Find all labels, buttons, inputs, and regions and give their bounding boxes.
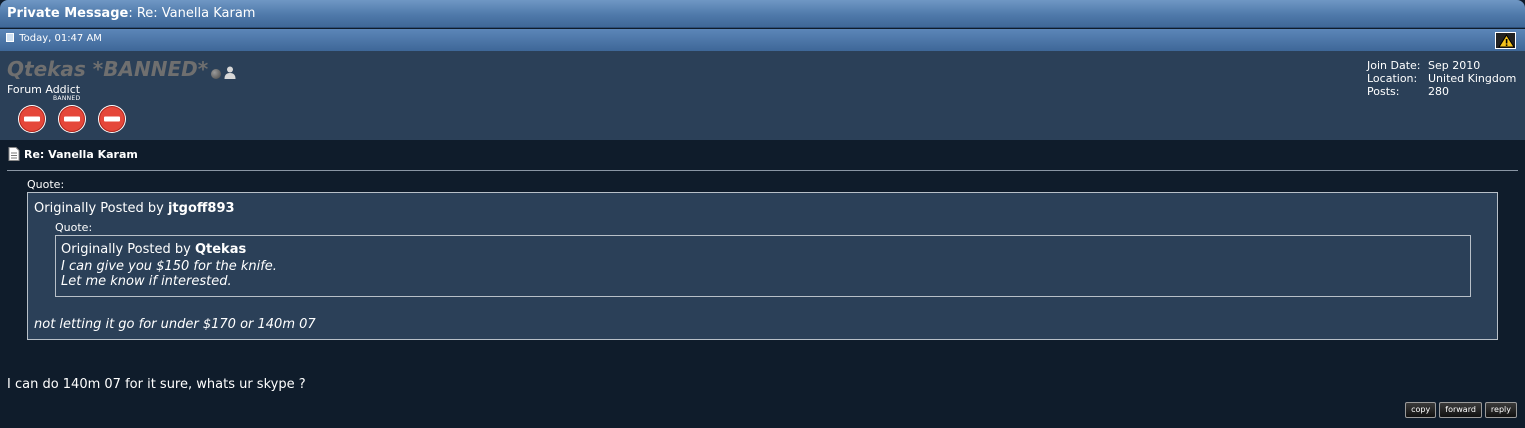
posts-value: 280 (1428, 85, 1449, 98)
outer-quote-label: Quote: (27, 178, 65, 191)
username[interactable]: Qtekas *BANNED* (7, 57, 208, 81)
inner-quote-line-2: Let me know if interested. (61, 274, 232, 289)
inner-quote-line-1: I can give you $150 for the knife. (61, 259, 277, 274)
join-date-label: Join Date: (1367, 59, 1421, 72)
no-entry-icon (18, 105, 46, 133)
person-icon[interactable] (224, 66, 236, 79)
report-button[interactable] (1495, 32, 1516, 49)
location-label: Location: (1367, 72, 1418, 85)
posts-row: Posts: 280 (1367, 85, 1516, 98)
message-subject: Re: Vanella Karam (8, 147, 138, 161)
page-icon (8, 147, 20, 161)
join-date-value: Sep 2010 (1428, 59, 1481, 72)
inner-quote-author: Qtekas (194, 242, 247, 257)
join-date-row: Join Date: Sep 2010 (1367, 59, 1516, 72)
outer-quote-attribution: Originally Posted by jtgoff893 (34, 201, 235, 216)
reply-button[interactable]: reply (1484, 402, 1517, 418)
offline-dot-icon (211, 69, 221, 79)
window-title-bar: Private Message: Re: Vanella Karam (0, 0, 1525, 28)
location-row: Location: United Kingdom (1367, 72, 1516, 85)
post-icon (6, 33, 14, 42)
subject-divider (7, 170, 1518, 171)
copy-button[interactable]: copy (1405, 402, 1437, 418)
location-value: United Kingdom (1428, 72, 1517, 85)
message-subject-text: Re: Vanella Karam (24, 148, 138, 161)
badge-caption: BANNED (53, 95, 81, 102)
inner-quote-label: Quote: (55, 221, 93, 234)
message-date-bar: Today, 01:47 AM (0, 29, 1525, 51)
warning-triangle-icon (1498, 34, 1515, 48)
inner-quote-box: Originally Posted by Qtekas I can give y… (55, 235, 1471, 297)
window-title-lead: Private Message (7, 6, 129, 21)
inner-quote-attribution: Originally Posted by Qtekas (61, 242, 246, 257)
no-entry-icon (98, 105, 126, 133)
outer-quote-reply: not letting it go for under $170 or 140m… (34, 317, 316, 332)
no-entry-icon (58, 105, 86, 133)
posts-label: Posts: (1367, 85, 1400, 98)
forward-button[interactable]: forward (1439, 402, 1482, 418)
message-date: Today, 01:47 AM (19, 33, 102, 44)
user-info: Join Date: Sep 2010 Location: United Kin… (1367, 59, 1516, 98)
outer-quote-author: jtgoff893 (167, 201, 235, 216)
window-title-subject: : Re: Vanella Karam (128, 6, 256, 21)
inner-quote-prefix: Originally Posted by (61, 242, 195, 257)
outer-quote-box: Originally Posted by jtgoff893 Quote: Or… (27, 192, 1498, 340)
message-body: I can do 140m 07 for it sure, whats ur s… (7, 377, 306, 392)
message-actions: copy forward reply (1405, 402, 1517, 418)
user-panel: Qtekas *BANNED* Forum Addict BANNED Join… (0, 51, 1525, 140)
outer-quote-prefix: Originally Posted by (34, 201, 168, 216)
